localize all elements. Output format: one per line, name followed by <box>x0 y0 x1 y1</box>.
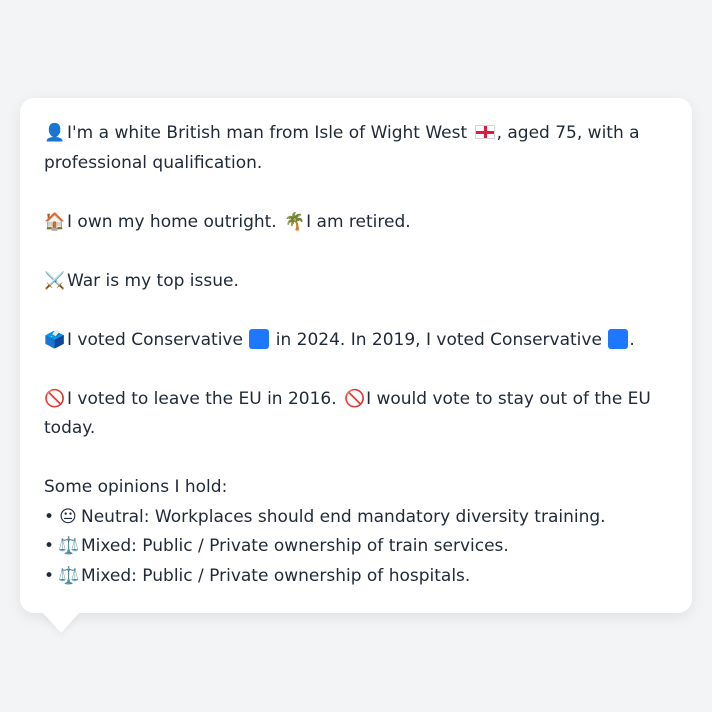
palm-tree-icon: 🌴 <box>284 211 306 232</box>
opinions-heading: Some opinions I hold: <box>44 477 228 497</box>
opinion-item: • 😐 Neutral: Workplaces should end mandato… <box>44 503 668 533</box>
issue-paragraph: ⚔️ War is my top issue. <box>44 267 668 297</box>
opinion-item: • ⚖️ Mixed: Public / Private ownership of … <box>44 532 668 562</box>
bullet-icon: • <box>44 565 55 586</box>
balance-scale-icon: ⚖️ <box>58 565 80 586</box>
eu-paragraph: 🚫 I voted to leave the EU in 2016. 🚫I wou… <box>44 385 668 444</box>
conservative-blue-square-icon <box>249 328 270 349</box>
home-paragraph: 🏠 I own my home outright. 🌴I am retired. <box>44 208 668 238</box>
bullet-icon: • <box>44 536 55 556</box>
prohibited-icon: 🚫 <box>44 388 66 409</box>
vote-text-2024: I voted Conservative <box>67 329 243 350</box>
vote-text-2019: in 2024. In 2019, I voted Conservative <box>275 329 602 350</box>
balance-scale-icon: ⚖️ <box>58 536 80 556</box>
issue-text: War is my top issue. <box>67 270 239 291</box>
opinion-item: • ⚖️ Mixed: Public / Private ownership of … <box>44 562 668 592</box>
crossed-swords-icon: ⚔️ <box>44 270 66 291</box>
intro-text: I'm a white British man from Isle of Wig… <box>67 123 468 143</box>
eu-text-2016: I voted to leave the EU in 2016. <box>67 388 337 409</box>
opinions-section: Some opinions I hold: • 😐 Neutral: Workpla… <box>44 473 668 591</box>
intro-paragraph: 👤 I'm a white British man from Isle of Wi… <box>44 119 668 178</box>
neutral-face-icon: 😐 <box>59 506 77 527</box>
england-flag-icon <box>474 125 495 139</box>
profile-card: 👤 I'm a white British man from Isle of Wi… <box>20 98 692 613</box>
speech-bubble-pointer <box>42 612 80 633</box>
person-icon: 👤 <box>44 123 66 143</box>
house-icon: 🏠 <box>44 211 66 232</box>
work-text: I am retired. <box>306 211 411 232</box>
conservative-blue-square-icon-2019 <box>608 328 629 349</box>
ballot-box-icon: 🗳️ <box>44 329 66 350</box>
home-text: I own my home outright. <box>67 211 277 232</box>
bullet-icon: • <box>44 506 55 527</box>
vote-text-end: . <box>629 329 635 350</box>
vote-paragraph: 🗳️ I voted Conservative in 2024. In 2019,… <box>44 326 668 356</box>
prohibited-icon-2: 🚫 <box>344 388 366 409</box>
opinion-text: Mixed: Public / Private ownership of tra… <box>81 536 509 556</box>
opinion-text: Neutral: Workplaces should end mandatory… <box>81 506 606 527</box>
opinion-text: Mixed: Public / Private ownership of hos… <box>81 565 471 586</box>
